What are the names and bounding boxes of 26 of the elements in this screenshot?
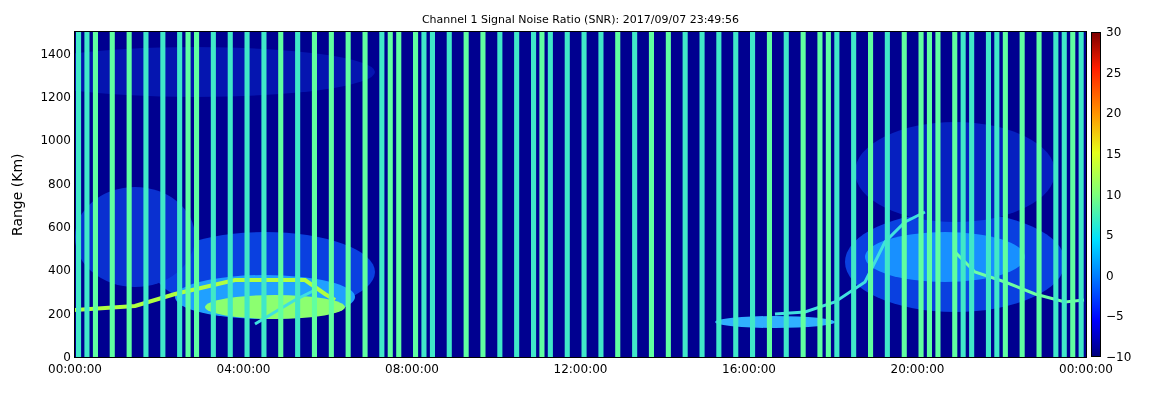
colorbar-tick-label: 20 [1106,105,1122,122]
x-tick-label: 00:00:00 [1058,361,1114,377]
colorbar-tick-label: −10 [1106,349,1132,364]
y-tick-label: 200 [48,305,71,322]
x-tick-label: 04:00:00 [215,361,272,377]
colorbar-tick-label: 30 [1106,24,1122,40]
y-tick-label: 1400 [40,45,71,62]
colorbar-tick-label: 25 [1106,64,1122,81]
colorbar-tick-label: 15 [1106,145,1122,162]
y-tick-label: 600 [48,219,71,235]
x-tick-label: 00:00:00 [47,361,103,377]
x-tick-label: 20:00:00 [889,361,946,377]
y-tick-label: 400 [48,262,71,279]
chart-title: Channel 1 Signal Noise Ratio (SNR): 2017/09/07 23:49:56 [420,14,741,28]
colorbar-tick-label: −5 [1106,308,1124,325]
y-tick-label: 0 [63,349,71,364]
x-tick-label: 16:00:00 [721,361,777,377]
colorbar-tick-label: 0 [1106,267,1114,284]
x-tick-label: 12:00:00 [552,361,609,377]
colorbar-tick-label: 5 [1106,227,1114,244]
y-tick-label: 1200 [40,89,71,105]
colorbar-tick-label: 10 [1106,186,1122,203]
y-tick-label: 800 [48,175,71,192]
x-tick-label: 08:00:00 [384,361,440,377]
y-axis-label: Range (Km) [9,152,25,238]
y-tick-label: 1000 [40,132,71,149]
